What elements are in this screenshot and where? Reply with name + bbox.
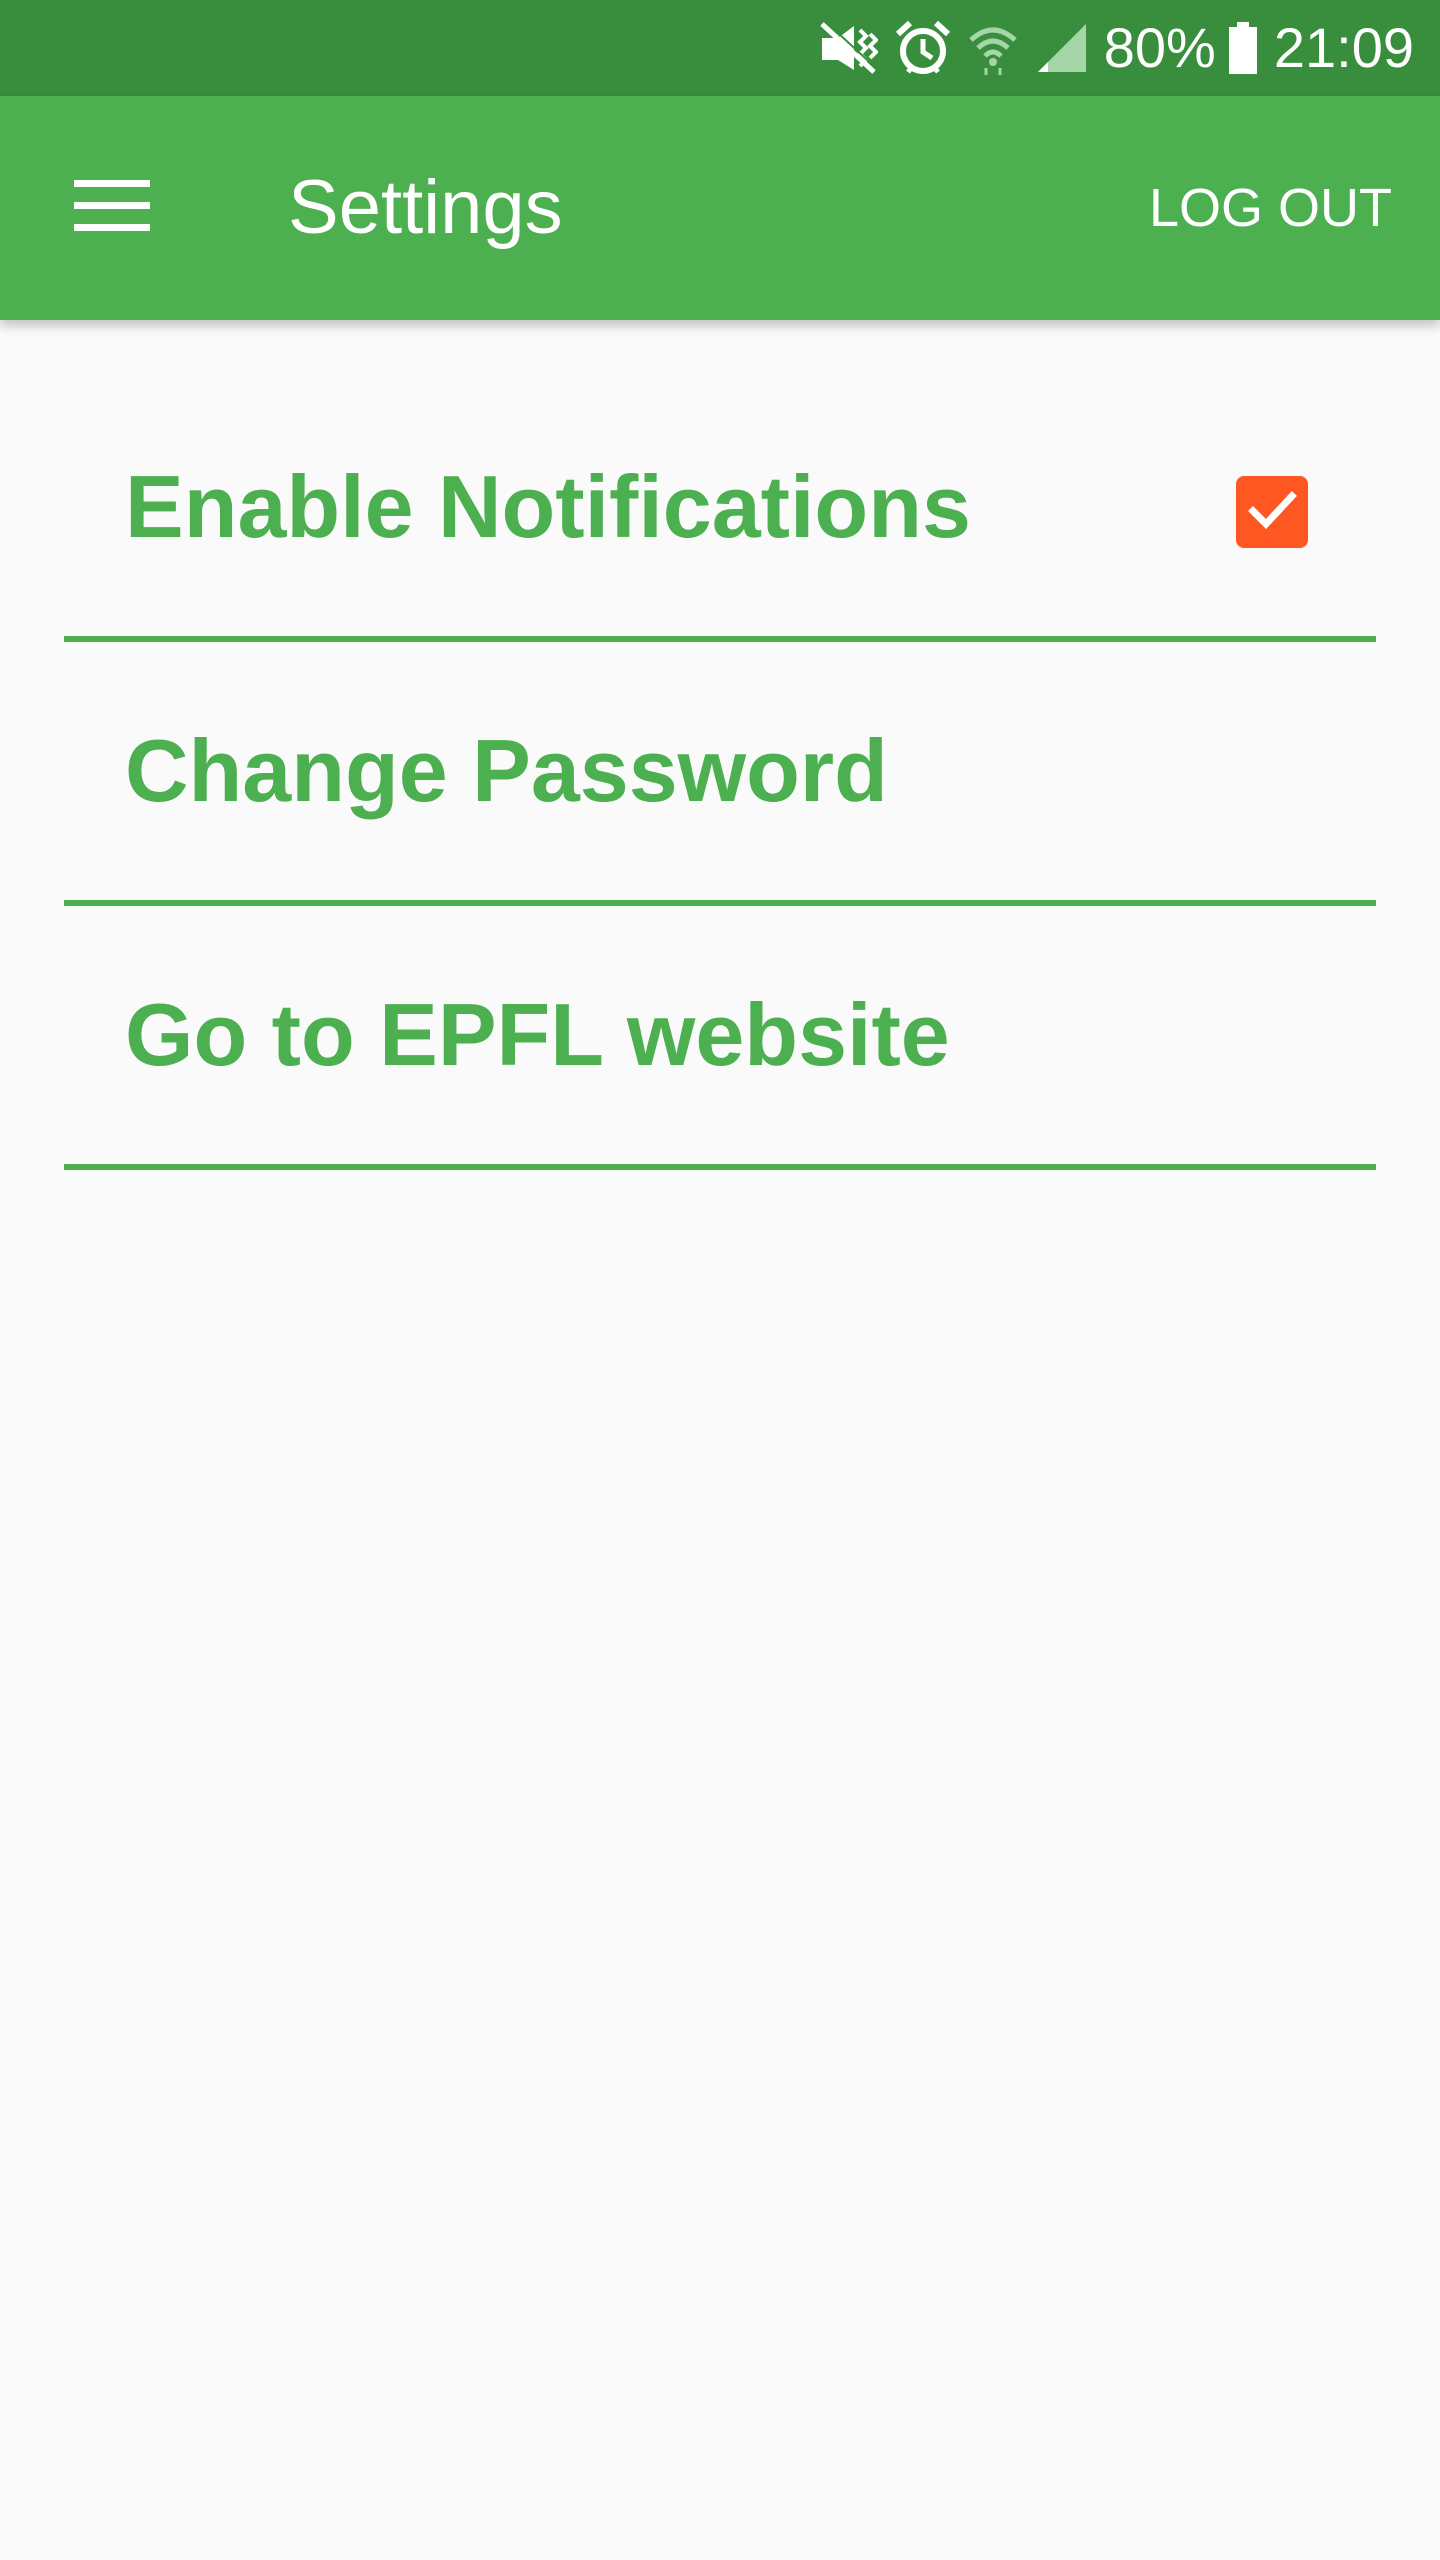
hamburger-menu-icon	[74, 178, 150, 239]
epfl-website-label: Go to EPFL website	[125, 985, 950, 1084]
app-bar: Settings LOG OUT	[0, 96, 1440, 320]
alarm-icon	[895, 20, 950, 76]
epfl-website-row[interactable]: Go to EPFL website	[64, 906, 1376, 1170]
page-title: Settings	[288, 165, 563, 250]
menu-button[interactable]	[48, 150, 176, 266]
wifi-icon	[968, 20, 1018, 76]
enable-notifications-checkbox[interactable]	[1236, 476, 1308, 548]
signal-icon	[1036, 20, 1088, 76]
status-bar: 80% 21:09	[0, 0, 1440, 96]
enable-notifications-row[interactable]: Enable Notifications	[64, 378, 1376, 642]
checkmark-icon	[1245, 483, 1299, 542]
change-password-row[interactable]: Change Password	[64, 642, 1376, 906]
battery-percentage: 80%	[1103, 16, 1216, 79]
change-password-label: Change Password	[125, 721, 888, 820]
clock-time: 21:09	[1273, 16, 1414, 79]
vibrate-icon	[818, 20, 878, 76]
logout-button[interactable]: LOG OUT	[1149, 150, 1392, 266]
enable-notifications-label: Enable Notifications	[125, 457, 971, 556]
battery-icon	[1228, 20, 1258, 76]
settings-list: Enable Notifications Change Password Go …	[64, 378, 1376, 1170]
